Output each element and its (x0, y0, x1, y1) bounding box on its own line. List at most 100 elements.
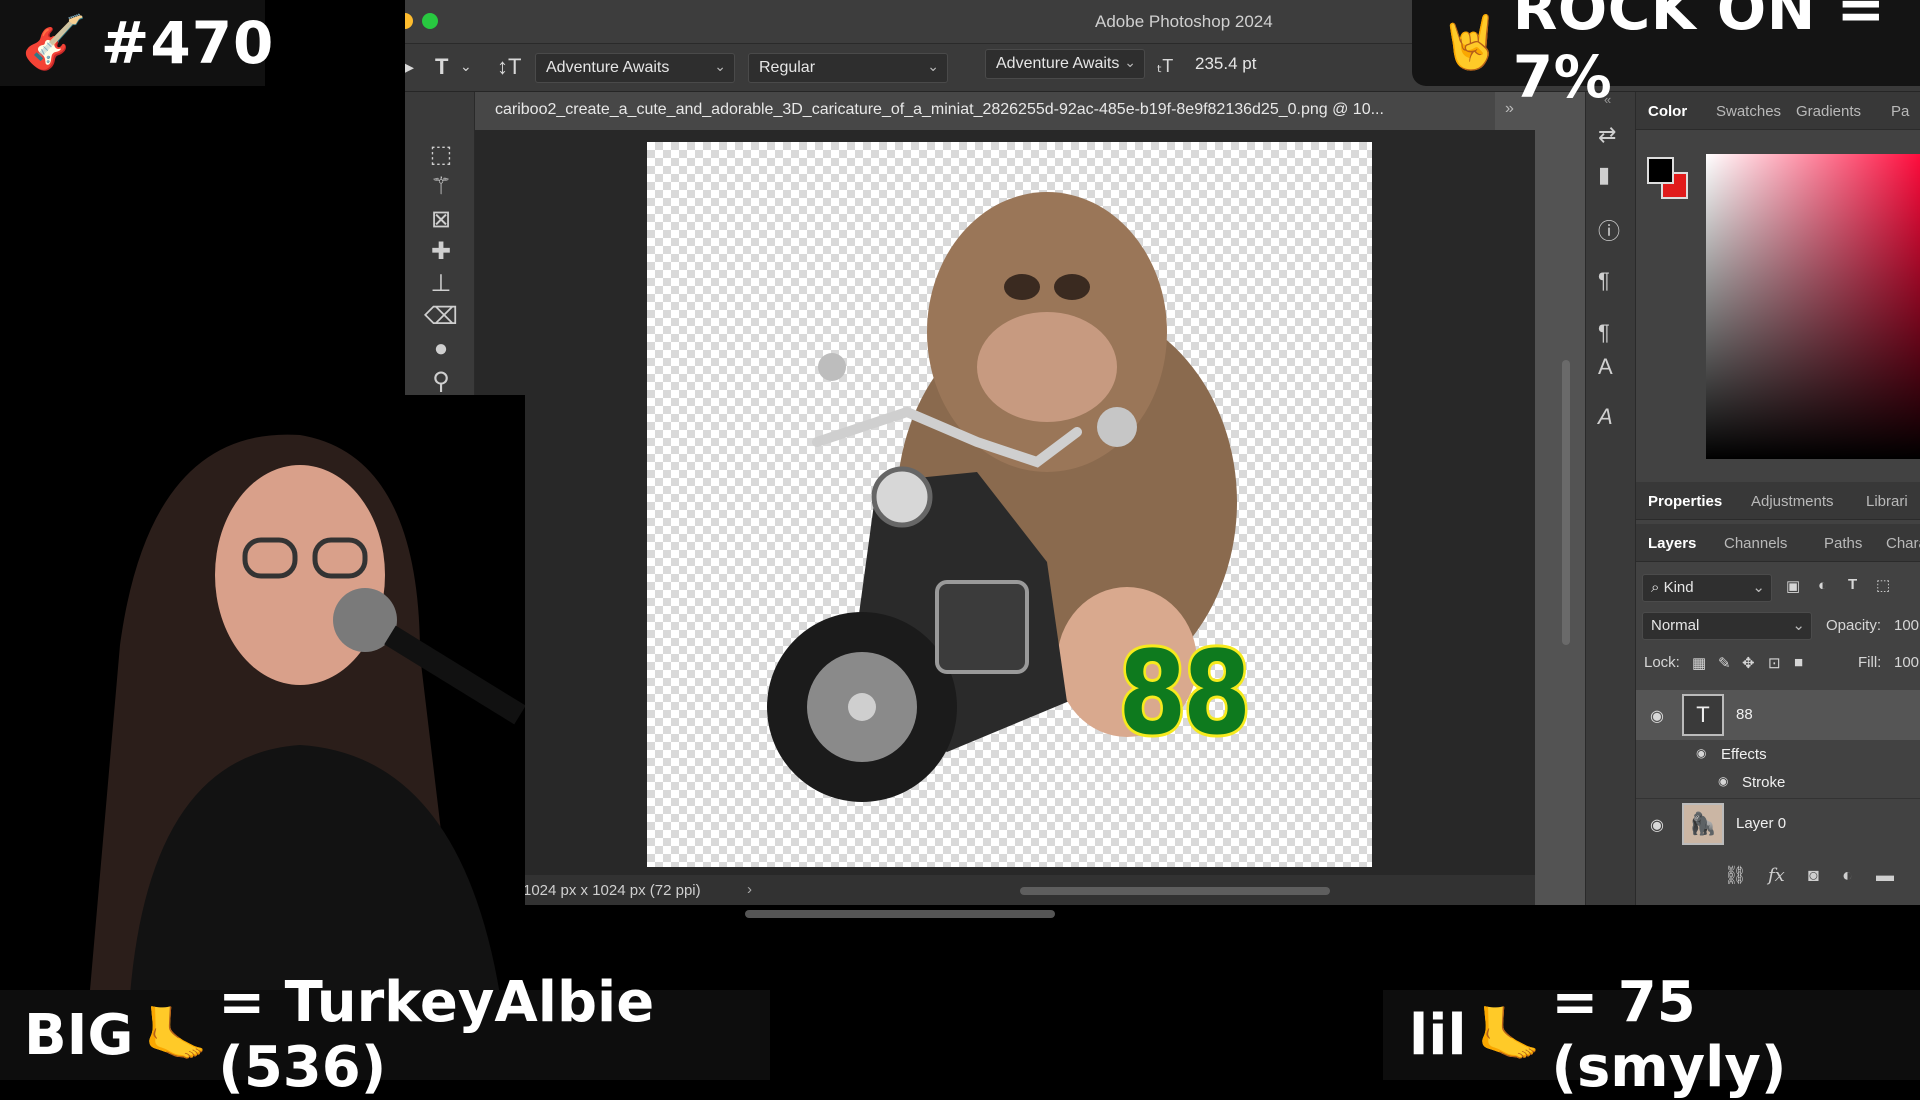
mirror-right (1097, 407, 1137, 447)
tool-preset-arrow-icon[interactable]: ▸ (405, 54, 414, 80)
document-tab-title: cariboo2_create_a_cute_and_adorable_3D_c… (495, 101, 1384, 118)
document-tab[interactable]: cariboo2_create_a_cute_and_adorable_3D_c… (475, 92, 1495, 130)
font-family-dropdown[interactable]: Adventure Awaits ⌄ (535, 53, 735, 83)
chevron-down-icon: ⌄ (714, 58, 726, 74)
tab-properties[interactable]: Properties (1648, 493, 1722, 510)
lock-image-icon[interactable]: ✎ (1718, 654, 1731, 672)
info-icon[interactable]: ⓘ (1598, 214, 1620, 246)
document-dimensions: 1024 px x 1024 px (72 ppi) (523, 882, 701, 899)
frame-tool[interactable]: ⊠ (424, 202, 458, 236)
eye-icon[interactable]: ◉ (1650, 815, 1664, 835)
layer-name: 88 (1736, 706, 1753, 723)
fx-icon[interactable]: fx (1768, 865, 1785, 886)
big-label: BIG (24, 1002, 134, 1068)
app-title: Adobe Photoshop 2024 (1095, 12, 1273, 31)
lock-transparency-icon[interactable]: ▦ (1692, 654, 1706, 672)
status-bar: 3% 1024 px x 1024 px (72 ppi) › (475, 875, 1535, 905)
motorcycle-engine (935, 580, 1029, 674)
paragraph-styles-icon[interactable]: ¶ (1598, 320, 1610, 346)
image-layer-thumbnail: 🦍 (1682, 803, 1724, 845)
layer-filter-value: Kind (1663, 579, 1694, 596)
layer-effects-row[interactable]: ◉ Effects (1636, 740, 1920, 768)
horizontal-scrollbar[interactable] (1020, 887, 1330, 895)
document-canvas[interactable]: 88 (647, 142, 1372, 867)
tab-character[interactable]: Chara (1886, 535, 1920, 552)
tab-paths[interactable]: Paths (1824, 535, 1862, 552)
canvas-text-88[interactable]: 88 (1116, 624, 1254, 764)
lock-position-icon[interactable]: ✥ (1742, 654, 1755, 672)
fill-label: Fill: (1858, 654, 1882, 671)
lil-foot-badge: lil 🦶 = 75 (smyly) (1383, 970, 1920, 1100)
big-foot-text: = TurkeyAlbie (536) (218, 970, 655, 1100)
layer-row-layer-0[interactable]: ◉ 🦍 Layer 0 (1636, 798, 1920, 848)
glyphs-icon[interactable]: A (1598, 404, 1613, 430)
layer-filter-dropdown[interactable]: ⌕ Kind ⌄ (1642, 574, 1772, 602)
window-scrollbar[interactable] (745, 910, 1055, 918)
guitar-icon: 🎸 (22, 13, 87, 73)
eye-icon[interactable]: ◉ (1696, 746, 1706, 760)
dodge-tool[interactable]: ⚲ (424, 364, 458, 398)
eye-icon[interactable]: ◉ (1650, 706, 1664, 726)
character-styles-icon[interactable]: A (1598, 354, 1613, 380)
font-style-dropdown[interactable]: Regular ⌄ (748, 53, 948, 83)
clone-stamp-tool[interactable]: ⊥ (424, 266, 458, 300)
foot-icon: 🦶 (143, 1005, 209, 1065)
color-picker-field[interactable] (1706, 154, 1920, 459)
blur-tool[interactable]: ● (424, 332, 458, 366)
foot-icon: 🦶 (1476, 1005, 1542, 1065)
gorilla-face (977, 312, 1117, 422)
chevron-right-icon[interactable]: › (747, 881, 752, 898)
history-icon[interactable]: ⇄ (1598, 122, 1616, 148)
paragraph-icon[interactable]: ¶ (1598, 268, 1610, 294)
new-group-icon[interactable]: ▬ (1876, 865, 1894, 886)
filter-pixel-icon[interactable]: ▣ (1786, 577, 1800, 595)
canvas-area[interactable]: 88 (475, 130, 1535, 875)
link-layers-icon[interactable]: ⛓ (1724, 865, 1747, 886)
opacity-value[interactable]: 100 (1894, 617, 1919, 634)
eye-icon[interactable]: ◉ (1718, 774, 1728, 788)
foreground-color-swatch[interactable] (1647, 157, 1674, 184)
comment-icon[interactable]: ▮ (1598, 162, 1610, 188)
gorilla-left-eye (1004, 274, 1040, 300)
minimize-window-button[interactable] (405, 13, 413, 29)
vertical-scrollbar[interactable] (1562, 360, 1570, 645)
document-tab-bar: cariboo2_create_a_cute_and_adorable_3D_c… (475, 92, 1514, 130)
motorcycle-wheel-hub (848, 693, 876, 721)
tab-layers[interactable]: Layers (1648, 535, 1696, 552)
panel-icon-strip: « ⇄ ▮ ⓘ ¶ ¶ A A (1585, 92, 1635, 905)
fill-value[interactable]: 100 (1894, 654, 1919, 671)
font-size-value[interactable]: 235.4 pt (1195, 54, 1256, 74)
tab-libraries[interactable]: Librari (1866, 493, 1908, 510)
zoom-window-button[interactable] (422, 13, 438, 29)
tab-channels[interactable]: Channels (1724, 535, 1787, 552)
font-family-value: Adventure Awaits (546, 59, 670, 76)
episode-number: #470 (100, 9, 275, 77)
layer-row-text-88[interactable]: ◉ T 88 (1636, 690, 1920, 740)
lock-all-icon[interactable]: ■ (1794, 654, 1803, 671)
big-foot-badge: BIG 🦶 = TurkeyAlbie (536) (0, 970, 770, 1100)
lock-artboard-icon[interactable]: ⊡ (1768, 654, 1781, 672)
tab-adjustments[interactable]: Adjustments (1751, 493, 1834, 510)
add-mask-icon[interactable]: ◙ (1808, 865, 1819, 886)
text-orientation-icon[interactable]: ↕T (497, 54, 521, 80)
font-family-value-2: Adventure Awaits (996, 55, 1120, 72)
rectangular-marquee-tool[interactable]: ⬚ (424, 137, 458, 171)
blend-mode-dropdown[interactable]: Normal ⌄ (1642, 612, 1812, 640)
magic-wand-tool[interactable]: ⚚ (424, 169, 458, 203)
filter-adjustment-icon[interactable]: ◐ (1818, 577, 1827, 594)
chevron-down-icon: ⌄ (927, 58, 939, 74)
chevron-down-icon: ⌄ (1124, 54, 1136, 70)
filter-shape-icon[interactable]: ⬚ (1876, 576, 1890, 594)
layer-stroke-row[interactable]: ◉ Stroke (1636, 768, 1920, 796)
gorilla-motorcycle-artwork (767, 192, 1237, 802)
type-tool-preset-icon[interactable]: T (435, 54, 448, 80)
healing-brush-tool[interactable]: ✚ (424, 234, 458, 268)
eraser-tool[interactable]: ⌫ (424, 299, 458, 333)
mirror-left (818, 353, 846, 381)
adjustment-layer-icon[interactable]: ◐ (1842, 865, 1853, 886)
layers-panel-tabs: Layers Channels Paths Chara (1636, 524, 1920, 562)
chevron-down-icon[interactable]: ⌄ (460, 58, 472, 75)
rock-on-badge: 🤘 ROCK ON = 7% (1412, 0, 1920, 111)
font-family-dropdown-2[interactable]: Adventure Awaits ⌄ (985, 49, 1145, 79)
filter-type-icon[interactable]: T (1848, 576, 1857, 593)
